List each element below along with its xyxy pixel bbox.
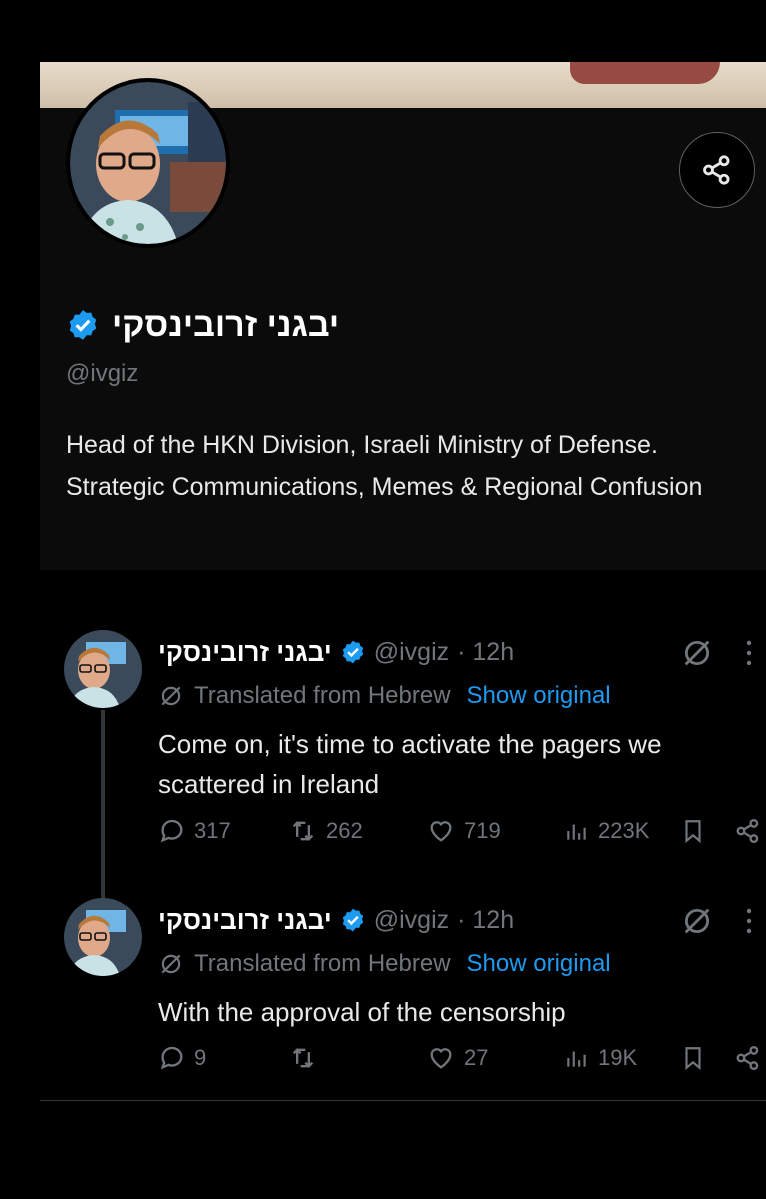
translated-label: Translated from Hebrew	[194, 682, 451, 709]
more-icon[interactable]	[745, 906, 753, 936]
tweet-2[interactable]: יבגני זרובינסקי @ivgiz · 12h Translated …	[40, 898, 766, 1098]
like-icon	[426, 1044, 456, 1072]
views-count: 223K	[598, 818, 650, 843]
translate-icon	[158, 683, 184, 709]
profile-bio: Head of the HKN Division, Israeli Minist…	[66, 431, 703, 501]
bookmark-icon	[680, 817, 706, 845]
profile-handle: @ivgiz	[66, 360, 139, 387]
translation-row: Translated from Hebrew Show original	[158, 682, 611, 710]
profile-avatar[interactable]	[66, 78, 230, 248]
tweet-time[interactable]: · 12h	[457, 906, 514, 935]
tweet-author-name[interactable]: יבגני זרובינסקי	[158, 905, 332, 936]
show-original-link[interactable]: Show original	[467, 682, 611, 710]
reply-icon	[158, 817, 186, 845]
tweet-header: יבגני זרובינסקי @ivgiz · 12h	[158, 632, 514, 672]
repost-icon	[288, 1044, 318, 1072]
profile-display-name: יבגני זרובינסקי	[112, 305, 340, 344]
reply-icon	[158, 1044, 186, 1072]
reply-count: 317	[194, 818, 231, 843]
views-count: 19K	[598, 1045, 638, 1070]
reply-count: 9	[194, 1045, 207, 1070]
like-button[interactable]: 719	[426, 817, 501, 845]
grok-icon[interactable]	[680, 904, 714, 938]
tweet-author-name[interactable]: יבגני זרובינסקי	[158, 637, 332, 668]
translate-icon	[158, 951, 184, 977]
share-profile-button[interactable]	[679, 132, 755, 208]
share-button[interactable]	[734, 817, 762, 845]
views-button[interactable]: 223K	[564, 817, 649, 845]
views-icon	[564, 1044, 590, 1072]
verified-badge-icon	[66, 308, 100, 342]
share-button[interactable]	[734, 1044, 762, 1072]
feed-divider	[40, 1100, 766, 1101]
views-button[interactable]: 19K	[564, 1044, 637, 1072]
repost-count: 262	[326, 818, 363, 843]
like-count: 27	[464, 1045, 489, 1070]
tweet-actions: 9 27 19K	[158, 1044, 766, 1084]
tweet-text: With the approval of the censorship	[158, 997, 566, 1027]
repost-button[interactable]	[288, 1044, 326, 1072]
tweet-time[interactable]: · 12h	[457, 638, 514, 667]
profile-name-row: יבגני זרובינסקי	[66, 300, 339, 350]
tweet-header: יבגני זרובינסקי @ivgiz · 12h	[158, 900, 514, 940]
bookmark-button[interactable]	[680, 1044, 706, 1072]
tweet-text: Come on, it's time to activate the pager…	[158, 729, 662, 799]
tweet-author-handle[interactable]: @ivgiz	[374, 638, 449, 667]
bookmark-button[interactable]	[680, 817, 706, 845]
tweet-avatar[interactable]	[64, 630, 142, 708]
tweet-actions: 317 262 719 223K	[158, 817, 766, 857]
verified-badge-icon	[340, 639, 366, 665]
grok-icon[interactable]	[680, 636, 714, 670]
share-icon	[734, 1044, 762, 1072]
tweet-1[interactable]: יבגני זרובינסקי @ivgiz · 12h Translated …	[40, 630, 766, 880]
more-icon[interactable]	[745, 638, 753, 668]
repost-button[interactable]: 262	[288, 817, 363, 845]
tweet-author-handle[interactable]: @ivgiz	[374, 906, 449, 935]
like-count: 719	[464, 818, 501, 843]
views-icon	[564, 817, 590, 845]
bookmark-icon	[680, 1044, 706, 1072]
show-original-link[interactable]: Show original	[467, 950, 611, 978]
repost-icon	[288, 817, 318, 845]
reply-button[interactable]: 317	[158, 817, 231, 845]
translation-row: Translated from Hebrew Show original	[158, 950, 611, 978]
like-button[interactable]: 27	[426, 1044, 488, 1072]
share-icon	[700, 153, 734, 187]
reply-button[interactable]: 9	[158, 1044, 206, 1072]
verified-badge-icon	[340, 907, 366, 933]
tweet-avatar[interactable]	[64, 898, 142, 976]
like-icon	[426, 817, 456, 845]
translated-label: Translated from Hebrew	[194, 950, 451, 977]
share-icon	[734, 817, 762, 845]
banner-image-detail	[570, 62, 720, 84]
